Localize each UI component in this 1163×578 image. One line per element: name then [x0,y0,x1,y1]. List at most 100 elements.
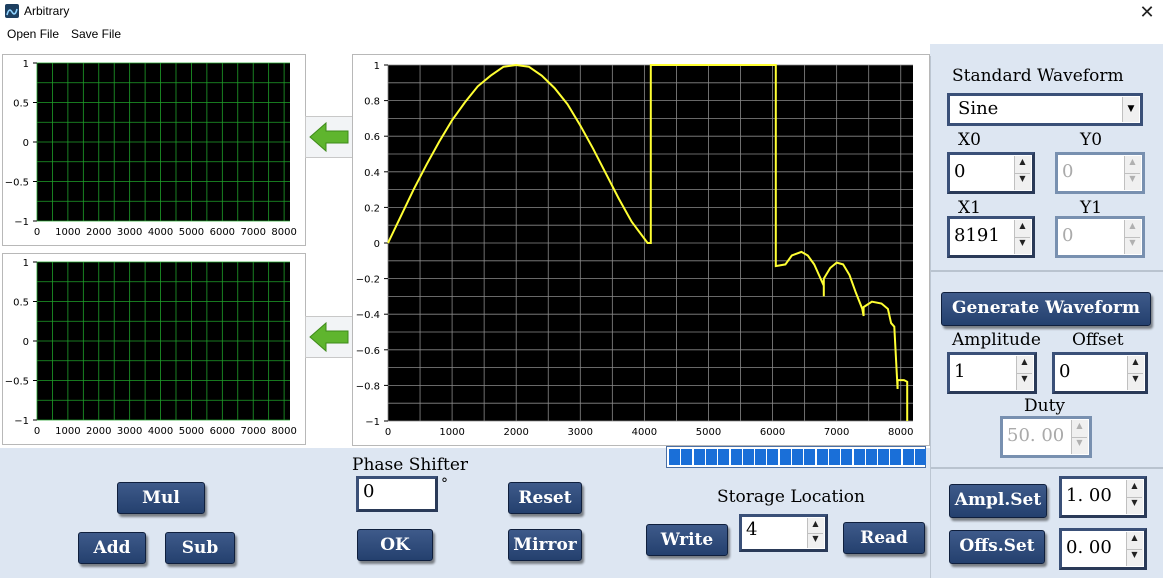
y-tick-label: 0 [23,138,29,149]
y-tick-label: 0.6 [364,132,380,143]
spin-up-icon[interactable]: ▲ [1128,356,1143,374]
x-tick-label: 0 [34,227,40,238]
y-tick-label: −1 [365,417,380,428]
x0-input[interactable]: 0 ▲ ▼ [947,152,1035,194]
progress-segment [841,449,853,465]
y-tick-label: 0 [23,337,29,348]
x-tick-label: 0 [34,426,40,437]
ampl-spinner[interactable]: ▲ ▼ [1126,480,1143,514]
y-tick-label: −1 [14,416,29,427]
x1-spinner[interactable]: ▲ ▼ [1014,220,1031,254]
amplitude-spinner[interactable]: ▲ ▼ [1016,356,1033,390]
offset-input[interactable]: 0 ▲ ▼ [1052,352,1148,394]
x-tick-label: 5000 [179,227,204,238]
menu-bar [0,24,1163,44]
chevron-down-icon[interactable]: ▼ [1122,97,1139,122]
ampl-set-button[interactable]: Ampl.Set [949,484,1047,518]
x0-spinner[interactable]: ▲ ▼ [1014,156,1031,190]
spin-down-icon[interactable]: ▼ [1127,497,1142,514]
mul-button[interactable]: Mul [117,482,205,514]
y0-input: 0 ▲ ▼ [1055,152,1145,194]
ok-button[interactable]: OK [357,529,433,561]
progress-segment [705,449,717,465]
read-button[interactable]: Read [843,522,925,554]
mirror-button[interactable]: Mirror [508,529,582,561]
y0-spinner: ▲ ▼ [1124,156,1141,190]
y-tick-label: 0.5 [13,99,29,110]
progress-segment [804,449,816,465]
offs-set-input[interactable]: 0. 00 ▲ ▼ [1059,528,1147,570]
x1-label: X1 [958,198,981,218]
x-tick-label: 8000 [271,227,296,238]
ampl-set-input[interactable]: 1. 00 ▲ ▼ [1059,476,1147,518]
phase-shifter-label: Phase Shifter [352,455,469,475]
write-button[interactable]: Write [646,524,728,556]
duty-input: 50. 00 ▲ ▼ [1000,416,1092,458]
progress-segment [816,449,828,465]
y-tick-label: 1 [23,258,29,269]
add-button[interactable]: Add [78,532,146,564]
spin-down-icon[interactable]: ▼ [1128,373,1143,390]
y-tick-label: −0.2 [356,275,380,286]
menu-open-file[interactable]: Open File [7,27,59,41]
progress-segment [681,449,693,465]
duty-label: Duty [1024,396,1066,416]
amplitude-input[interactable]: 1 ▲ ▼ [947,352,1037,394]
spin-up-icon: ▲ [1125,220,1140,238]
spin-up-icon[interactable]: ▲ [1017,356,1032,374]
phase-shifter-input[interactable]: 0 [356,476,438,512]
x-tick-label: 5000 [696,427,721,438]
spin-down-icon[interactable]: ▼ [1127,549,1142,566]
progress-segment [779,449,791,465]
small-chart-2: 0 1000 2000 3000 4000 5000 6000 7000 8000 1 0.5 0 −0… [2,253,306,445]
offset-label: Offset [1072,330,1124,350]
progress-segment [669,449,680,465]
close-icon[interactable]: ✕ [1136,0,1158,24]
small-chart-2-plot: 0 1000 2000 3000 4000 5000 6000 7000 8000 1 0.5 0 −0… [5,258,297,437]
spin-up-icon[interactable]: ▲ [1015,220,1030,238]
x-tick-label: 1000 [55,227,80,238]
spin-down-icon[interactable]: ▼ [1017,373,1032,390]
spin-down-icon[interactable]: ▼ [808,533,823,548]
offs-spinner[interactable]: ▲ ▼ [1126,532,1143,566]
spin-up-icon: ▲ [1125,156,1140,174]
spin-up-icon[interactable]: ▲ [1127,480,1142,498]
spin-up-icon[interactable]: ▲ [1127,532,1142,550]
main-chart-plot: 0 1000 2000 3000 4000 5000 6000 7000 8000 1 0.8 0.6… [356,61,914,438]
y-tick-label: 0.5 [13,298,29,309]
spin-up-icon[interactable]: ▲ [1015,156,1030,174]
x1-input[interactable]: 8191 ▲ ▼ [947,216,1035,258]
main-chart: 0 1000 2000 3000 4000 5000 6000 7000 8000 1 0.8 0.6… [352,54,930,446]
storage-location-input[interactable]: 4 ▲ ▼ [739,514,828,552]
spin-up-icon: ▲ [1072,420,1087,438]
offset-spinner[interactable]: ▲ ▼ [1127,356,1144,390]
x-tick-label: 4000 [632,427,657,438]
progress-segment [865,449,877,465]
x-tick-label: 5000 [179,426,204,437]
reset-button[interactable]: Reset [508,482,582,514]
arrow-left-icon [309,321,349,353]
copy-to-chart-1-button[interactable] [305,116,353,158]
progress-segment [693,449,705,465]
y1-input: 0 ▲ ▼ [1055,216,1145,258]
generate-waveform-button[interactable]: Generate Waveform [941,292,1151,326]
waveform-select[interactable]: Sine ▼ [947,93,1143,126]
divider [931,270,1163,272]
spin-down-icon[interactable]: ▼ [1015,237,1030,254]
copy-to-chart-2-button[interactable] [305,316,353,358]
y-tick-label: 0.2 [364,203,380,214]
storage-spinner[interactable]: ▲ ▼ [807,518,824,548]
x-tick-label: 2000 [503,427,528,438]
app-icon [5,4,19,18]
progress-segment [853,449,865,465]
sub-button[interactable]: Sub [165,532,235,564]
y-tick-label: −0.4 [356,310,380,321]
progress-segment [828,449,840,465]
y1-spinner: ▲ ▼ [1124,220,1141,254]
spin-up-icon[interactable]: ▲ [808,518,823,534]
spin-down-icon[interactable]: ▼ [1015,173,1030,190]
offs-set-button[interactable]: Offs.Set [949,530,1045,564]
progress-segment [767,449,779,465]
divider [931,467,1163,469]
menu-save-file[interactable]: Save File [71,27,121,41]
